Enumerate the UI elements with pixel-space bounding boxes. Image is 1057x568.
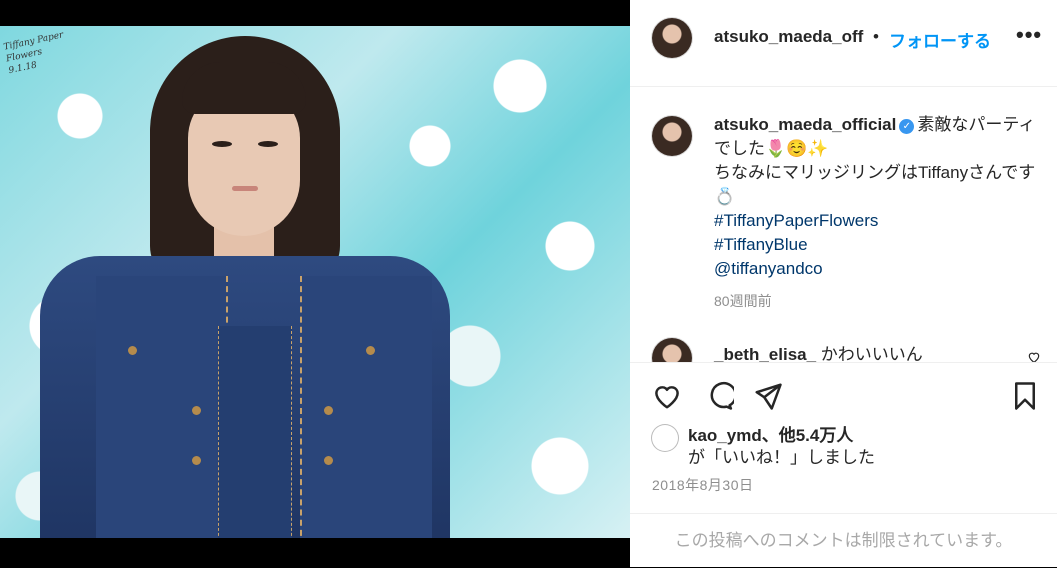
share-icon[interactable]: [753, 381, 783, 411]
caption-text-line2: ちなみにマリッジリングはTiffanyさんです💍: [714, 163, 1036, 206]
caption-timestamp[interactable]: 80週間前: [714, 291, 772, 311]
liker-avatar[interactable]: [652, 425, 678, 451]
post-photo[interactable]: Tiffany Paper Flowers 9.1.18: [0, 26, 630, 538]
likes-suffix: が「いいね！」しました: [688, 448, 875, 467]
verified-badge-icon: ✓: [899, 119, 915, 134]
caption-username[interactable]: atsuko_maeda_official: [714, 115, 896, 134]
jacket-button: [192, 406, 201, 415]
header-separator: •: [873, 27, 879, 46]
left-eye: [212, 141, 232, 147]
post-actions: kao_ymd、他5.4万人 が「いいね！」しました 2018年8月30日 この…: [630, 362, 1057, 567]
mouth: [232, 186, 258, 191]
post-header: atsuko_maeda_off • フォローする •••: [630, 0, 1057, 87]
jacket-button: [128, 346, 137, 355]
caption-avatar[interactable]: [652, 116, 692, 156]
more-options-icon[interactable]: •••: [1016, 22, 1042, 48]
right-eye: [258, 141, 278, 147]
jacket-button: [192, 456, 201, 465]
photo-sign: Tiffany Paper Flowers 9.1.18: [3, 27, 82, 81]
comments-disabled-notice: この投稿へのコメントは制限されています。: [630, 513, 1057, 568]
post-sidebar: atsuko_maeda_off • フォローする ••• atsuko_mae…: [630, 0, 1057, 567]
comment-icon[interactable]: [704, 381, 734, 411]
jacket-left-panel: [96, 276, 228, 538]
likes-count[interactable]: 、他5.4万人: [762, 426, 854, 445]
likes-summary: kao_ymd、他5.4万人 が「いいね！」しました: [688, 425, 875, 469]
hashtag-link[interactable]: #TiffanyPaperFlowers: [714, 209, 1044, 233]
post-date[interactable]: 2018年8月30日: [652, 475, 754, 495]
post-caption: atsuko_maeda_official ✓ 素敵なパーティでした🌷☺️✨ ちなみ…: [714, 113, 1044, 281]
liker-username[interactable]: kao_ymd: [688, 426, 762, 445]
denim-dress: [218, 326, 292, 538]
fringe: [182, 62, 306, 114]
follow-button[interactable]: フォローする: [889, 27, 991, 52]
jacket-button: [324, 406, 333, 415]
header-username[interactable]: atsuko_maeda_off: [714, 27, 863, 47]
bookmark-icon[interactable]: [1010, 381, 1040, 411]
jacket-button: [366, 346, 375, 355]
like-icon[interactable]: [652, 381, 682, 411]
jacket-right-panel: [300, 276, 432, 538]
jacket-button: [324, 456, 333, 465]
post-media[interactable]: Tiffany Paper Flowers 9.1.18: [0, 0, 630, 566]
mention-link[interactable]: @tiffanyandco: [714, 257, 1044, 281]
hashtag-link[interactable]: #TiffanyBlue: [714, 233, 1044, 257]
avatar[interactable]: [652, 18, 692, 58]
